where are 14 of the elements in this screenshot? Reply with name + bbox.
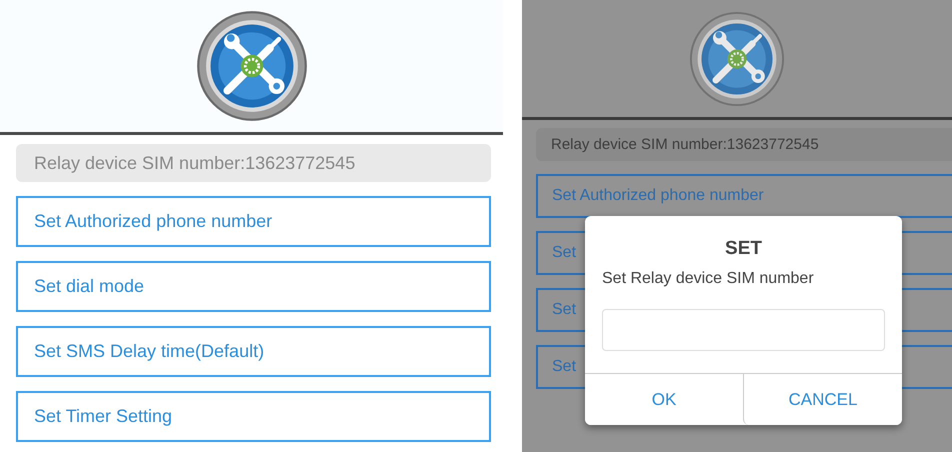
- menu-item[interactable]: Set Authorized phone number: [536, 174, 952, 218]
- input-field[interactable]: [602, 309, 885, 351]
- menu-item[interactable]: Set Timer Setting: [16, 391, 491, 442]
- sim-number-label: Relay device SIM number:13623772545: [536, 128, 952, 161]
- wrench-screwdriver-icon: [196, 10, 308, 122]
- dialog-title: SET: [724, 238, 763, 260]
- menu-item[interactable]: Set SMS Delay time(Default): [16, 326, 491, 377]
- dialog-message: Set Relay device SIM number: [602, 270, 815, 288]
- menu-item[interactable]: Set dial mode: [16, 261, 491, 312]
- wrench-screwdriver-icon: [689, 10, 785, 106]
- sim-number-label: Relay device SIM number:13623772545: [16, 144, 491, 182]
- menu-item[interactable]: Set Authorized phone number: [16, 196, 491, 247]
- dialog-button[interactable]: OK: [585, 374, 743, 425]
- dialog-button[interactable]: CANCEL: [743, 374, 902, 425]
